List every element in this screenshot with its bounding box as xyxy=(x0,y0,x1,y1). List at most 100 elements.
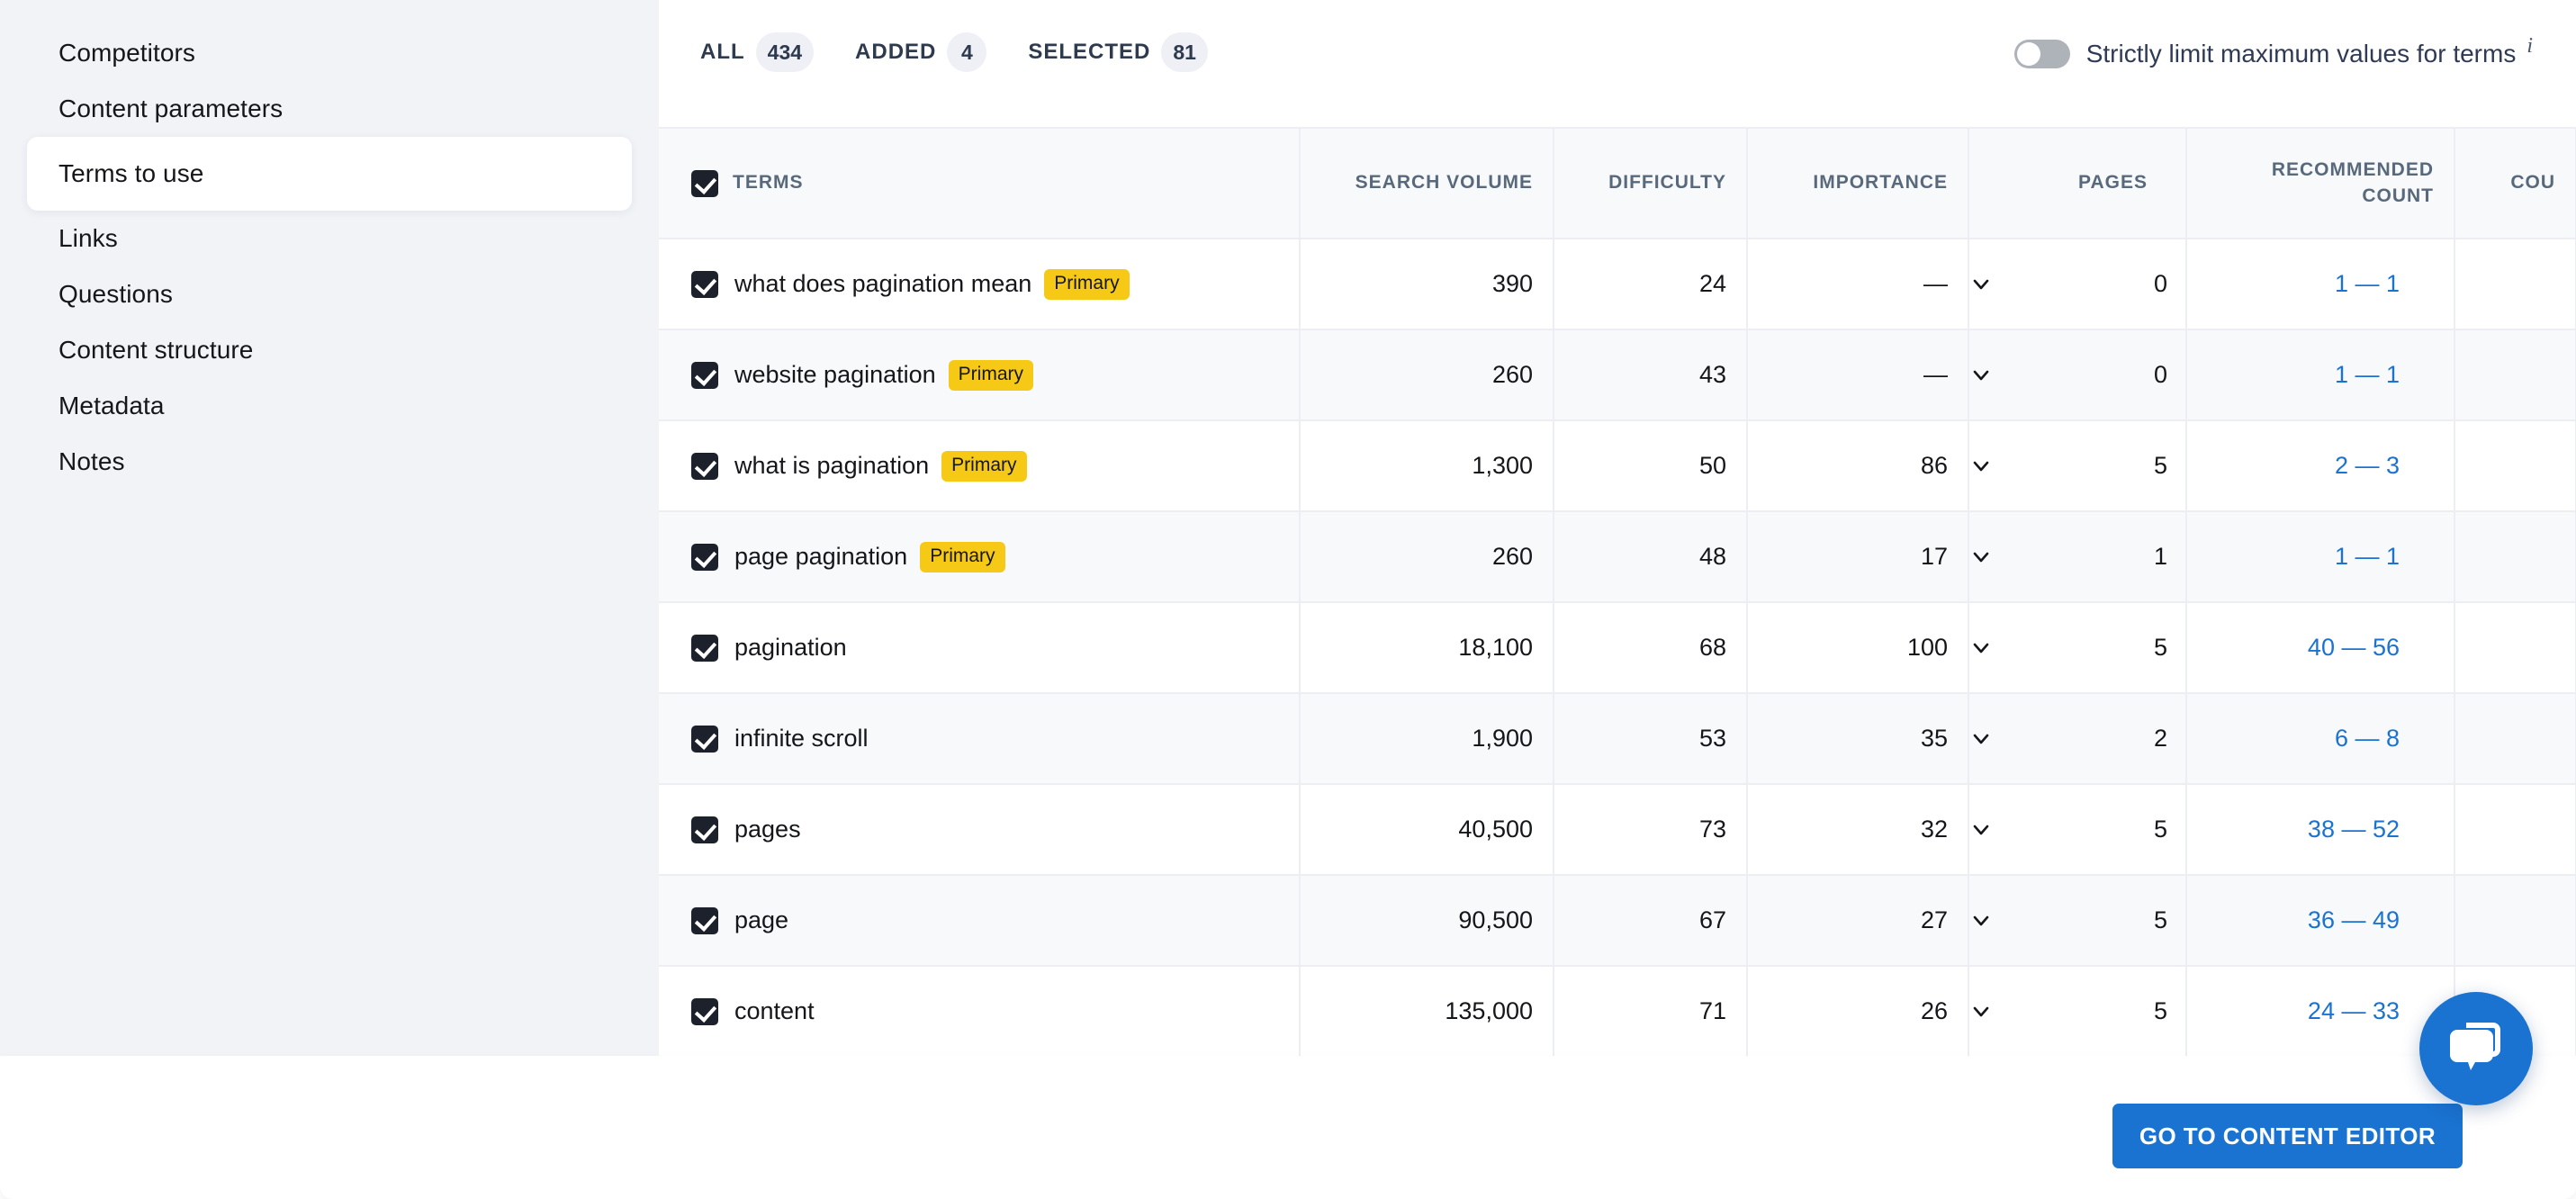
cell-term: content xyxy=(659,966,1300,1057)
table-row[interactable]: page paginationPrimary260481711 — 1 xyxy=(659,511,2576,602)
tab-label: ADDED xyxy=(855,40,936,65)
chevron-down-icon[interactable] xyxy=(1971,638,1991,658)
pages-value: 0 xyxy=(2154,361,2167,389)
row-checkbox[interactable] xyxy=(691,726,718,753)
footer-bar: GO TO CONTENT EDITOR xyxy=(0,1056,2576,1199)
tab-added[interactable]: ADDED 4 xyxy=(855,34,986,70)
cell-count xyxy=(2454,693,2576,784)
cell-pages: 0 xyxy=(1968,239,2186,329)
cell-difficulty: 53 xyxy=(1554,693,1747,784)
table-row[interactable]: page90,5006727536 — 49 xyxy=(659,875,2576,966)
terms-table-body: what does pagination meanPrimary39024—01… xyxy=(659,239,2576,1148)
cell-recommended-count[interactable]: 40 — 56 xyxy=(2186,602,2454,693)
column-header-importance[interactable]: IMPORTANCE xyxy=(1747,129,1968,239)
sidebar-item-links[interactable]: Links xyxy=(27,211,632,266)
sidebar-item-competitors[interactable]: Competitors xyxy=(27,25,632,81)
cell-recommended-count[interactable]: 36 — 49 xyxy=(2186,875,2454,966)
cell-recommended-count[interactable]: 1 — 1 xyxy=(2186,511,2454,602)
row-checkbox[interactable] xyxy=(691,453,718,480)
table-header-row: TERMS SEARCH VOLUME DIFFICULTYIMPORTANCE PA… xyxy=(659,129,2576,239)
cell-importance: 26 xyxy=(1747,966,1968,1057)
term-label: content xyxy=(734,997,815,1025)
chevron-down-icon[interactable] xyxy=(1971,911,1991,931)
row-checkbox[interactable] xyxy=(691,362,718,389)
table-row[interactable]: pagination18,10068100540 — 56 xyxy=(659,602,2576,693)
chevron-down-icon[interactable] xyxy=(1971,365,1991,385)
table-row[interactable]: content135,0007126524 — 33 xyxy=(659,966,2576,1057)
sidebar-item-questions[interactable]: Questions xyxy=(27,266,632,322)
app-root: Competitors Content parameters Terms to us… xyxy=(0,0,2576,1199)
strict-limit-label: Strictly limit maximum values for terms xyxy=(2086,40,2517,68)
term-label: what is pagination xyxy=(734,452,929,480)
term-label: infinite scroll xyxy=(734,725,869,753)
chevron-down-icon[interactable] xyxy=(1971,547,1991,567)
terms-table-scroll[interactable]: TERMS SEARCH VOLUME DIFFICULTYIMPORTANCE PA… xyxy=(659,129,2576,1149)
tab-count-badge: 4 xyxy=(947,32,986,72)
info-icon[interactable]: i xyxy=(2526,34,2533,59)
table-row[interactable]: pages40,5007332538 — 52 xyxy=(659,784,2576,875)
sidebar-item-notes[interactable]: Notes xyxy=(27,434,632,490)
sidebar-item-content-parameters[interactable]: Content parameters xyxy=(27,81,632,137)
row-checkbox[interactable] xyxy=(691,635,718,662)
sidebar-item-label: Competitors xyxy=(59,39,195,68)
sidebar-item-metadata[interactable]: Metadata xyxy=(27,378,632,434)
row-checkbox[interactable] xyxy=(691,816,718,843)
row-checkbox[interactable] xyxy=(691,907,718,934)
column-header-difficulty[interactable]: DIFFICULTY xyxy=(1554,129,1747,239)
cell-recommended-count[interactable]: 2 — 3 xyxy=(2186,420,2454,511)
tab-selected[interactable]: SELECTED81 xyxy=(1028,34,1208,70)
cell-count xyxy=(2454,420,2576,511)
column-header-label: PAGES xyxy=(2078,172,2148,193)
sidebar-item-label: Content parameters xyxy=(59,95,283,123)
table-row[interactable]: infinite scroll1,900533526 — 8 xyxy=(659,693,2576,784)
cell-difficulty: 48 xyxy=(1554,511,1747,602)
row-checkbox[interactable] xyxy=(691,271,718,298)
go-to-content-editor-button[interactable]: GO TO CONTENT EDITOR xyxy=(2112,1104,2463,1168)
chevron-down-icon[interactable] xyxy=(1971,1002,1991,1022)
column-header-label: SEARCH VOLUME xyxy=(1356,172,1533,193)
table-row[interactable]: what does pagination meanPrimary39024—01… xyxy=(659,239,2576,329)
column-header-cou[interactable]: COU xyxy=(2454,129,2576,239)
cell-pages: 0 xyxy=(1968,329,2186,420)
cell-recommended-count[interactable]: 1 — 1 xyxy=(2186,239,2454,329)
chevron-down-icon[interactable] xyxy=(1971,820,1991,840)
cell-recommended-count[interactable]: 24 — 33 xyxy=(2186,966,2454,1057)
cell-difficulty: 71 xyxy=(1554,966,1747,1057)
cell-count xyxy=(2454,239,2576,329)
sidebar-item-terms-to-use[interactable]: Terms to use xyxy=(27,137,632,211)
switch-knob xyxy=(2017,42,2040,66)
cell-importance: 32 xyxy=(1747,784,1968,875)
table-row[interactable]: what is paginationPrimary1,300508652 — 3 xyxy=(659,420,2576,511)
column-header-pages[interactable]: PAGES xyxy=(1968,129,2186,239)
strict-limit-switch[interactable] xyxy=(2014,40,2070,68)
column-header-recommended-count[interactable]: RECOMMENDED COUNT xyxy=(2186,129,2454,239)
strict-limit-toggle-group[interactable]: Strictly limit maximum values for terms … xyxy=(2014,40,2533,68)
cell-importance: 27 xyxy=(1747,875,1968,966)
column-header-label: COU xyxy=(2510,172,2555,193)
chevron-down-icon[interactable] xyxy=(1971,275,1991,294)
row-checkbox[interactable] xyxy=(691,998,718,1025)
pages-value: 5 xyxy=(2154,816,2167,843)
cell-recommended-count[interactable]: 1 — 1 xyxy=(2186,329,2454,420)
cell-recommended-count[interactable]: 38 — 52 xyxy=(2186,784,2454,875)
table-row[interactable]: website paginationPrimary26043—01 — 1 xyxy=(659,329,2576,420)
column-header-search-volume[interactable]: SEARCH VOLUME xyxy=(1300,129,1554,239)
cell-pages: 1 xyxy=(1968,511,2186,602)
column-header-terms[interactable]: TERMS xyxy=(659,129,1300,239)
tab-all[interactable]: ALL434 xyxy=(700,34,814,70)
cell-count xyxy=(2454,875,2576,966)
chevron-down-icon[interactable] xyxy=(1971,456,1991,476)
primary-badge: Primary xyxy=(1044,269,1129,300)
row-checkbox[interactable] xyxy=(691,544,718,571)
sidebar-item-content-structure[interactable]: Content structure xyxy=(27,322,632,378)
term-label: page xyxy=(734,906,788,934)
cell-importance: 17 xyxy=(1747,511,1968,602)
cell-importance: 35 xyxy=(1747,693,1968,784)
chevron-down-icon[interactable] xyxy=(1971,729,1991,749)
tab-bar: ALL434 ADDED 4 SELECTED81 Strictly limit ma… xyxy=(659,0,2576,129)
cell-pages: 5 xyxy=(1968,420,2186,511)
select-all-checkbox[interactable] xyxy=(691,170,718,197)
chat-bubble-button[interactable] xyxy=(2419,992,2533,1105)
cell-recommended-count[interactable]: 6 — 8 xyxy=(2186,693,2454,784)
cell-term: infinite scroll xyxy=(659,693,1300,784)
